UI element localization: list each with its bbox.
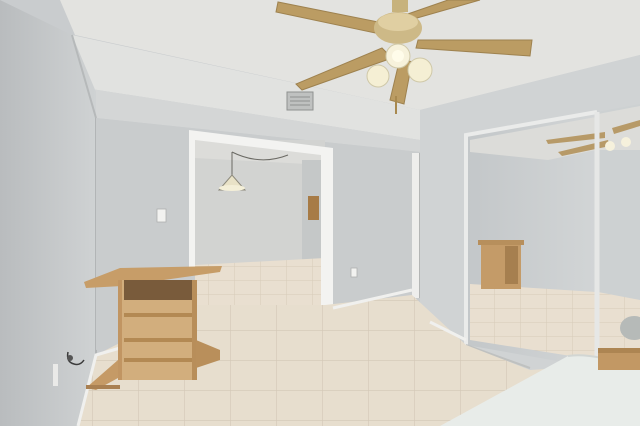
light-switch [156, 208, 167, 223]
room-illustration [0, 0, 640, 426]
wall-outlet [350, 267, 358, 278]
fan-light [366, 64, 390, 88]
room-photo [0, 0, 640, 426]
fan-light [407, 57, 433, 83]
far-room-floor [195, 258, 325, 305]
